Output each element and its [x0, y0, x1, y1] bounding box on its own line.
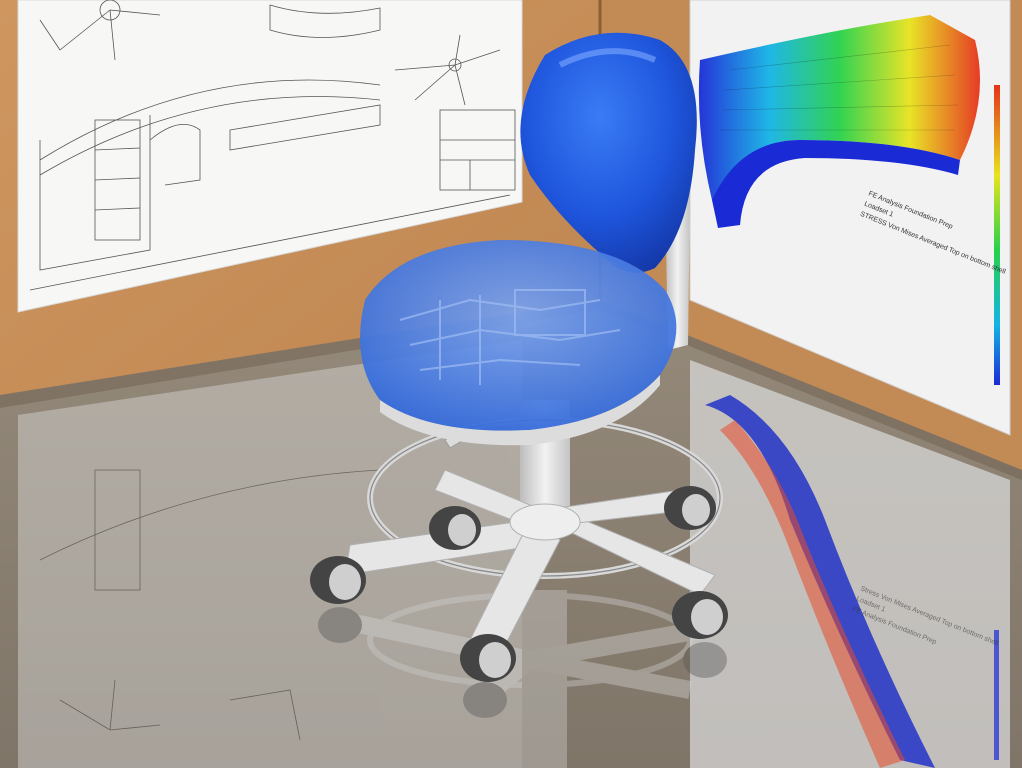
caster	[664, 486, 716, 530]
rendered-scene: FE Analysis Foundation Prep Loadset 1 ST…	[0, 0, 1022, 768]
caster	[310, 556, 366, 604]
caster	[429, 506, 481, 550]
caster	[460, 634, 516, 682]
caster	[672, 591, 728, 639]
fea-color-legend	[994, 85, 1000, 385]
